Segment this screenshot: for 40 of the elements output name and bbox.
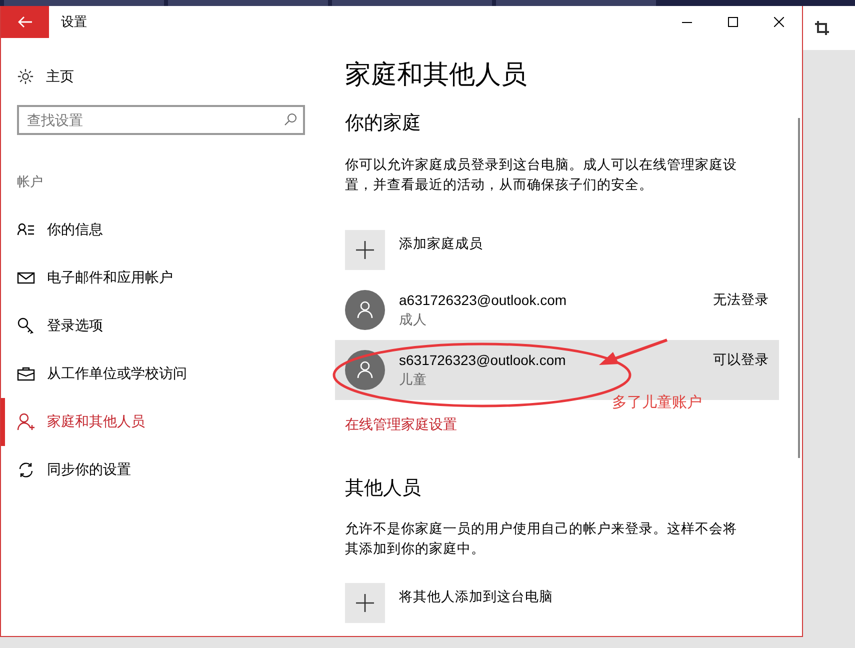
back-button[interactable] — [1, 6, 49, 38]
others-description: 允许不是你家庭一员的用户使用自己的帐户来登录。这样不会将其添加到你的家庭中。 — [345, 520, 738, 558]
add-other-person-link[interactable]: 将其他人添加到这台电脑 — [399, 583, 553, 608]
sync-icon — [17, 460, 35, 478]
nav-item[interactable]: 登录选项 — [1, 302, 321, 350]
search-field[interactable]: 查找设置 — [17, 105, 305, 135]
account-status: 可以登录 — [713, 350, 769, 368]
account-role: 成人 — [399, 310, 427, 328]
account-role: 儿童 — [399, 370, 427, 388]
crop-icon[interactable] — [815, 21, 829, 35]
add-family-member-link[interactable]: 添加家庭成员 — [399, 230, 483, 254]
nav-item[interactable]: 你的信息 — [1, 206, 321, 254]
nav-item[interactable]: 电子邮件和应用帐户 — [1, 254, 321, 302]
person-add-icon — [17, 412, 35, 430]
key-icon — [17, 316, 35, 334]
nav-item[interactable]: 同步你的设置 — [1, 446, 321, 494]
nav-item[interactable]: 家庭和其他人员 — [1, 398, 321, 446]
close-icon — [774, 17, 784, 27]
account-email: a631726323@outlook.com — [399, 290, 567, 310]
home-link[interactable]: 主页 — [46, 66, 74, 87]
briefcase-icon — [17, 364, 35, 382]
plus-icon — [356, 594, 374, 612]
section-heading: 你的家庭 — [345, 112, 422, 136]
section-heading: 其他人员 — [345, 476, 422, 500]
maximize-icon — [728, 17, 738, 27]
account-email: s631726323@outlook.com — [399, 350, 566, 370]
settings-icon — [17, 68, 34, 85]
account-status: 无法登录 — [713, 290, 769, 308]
family-description: 你可以允许家庭成员登录到这台电脑。成人可以在线管理家庭设置，并查看最近的活动，从而确保孩子们的安全。 — [345, 156, 738, 194]
plus-icon — [356, 240, 374, 258]
person-icon — [357, 300, 373, 318]
nav-item[interactable]: 从工作单位或学校访问 — [1, 350, 321, 398]
section-label: 帐户 — [16, 173, 44, 191]
back-arrow-icon — [18, 16, 32, 28]
person-icon — [357, 360, 373, 378]
page-title: 家庭和其他人员 — [345, 58, 528, 91]
manage-family-link[interactable]: 在线管理家庭设置 — [345, 414, 457, 434]
annotation-arrow — [599, 338, 669, 368]
search-icon — [284, 113, 297, 126]
window-title: 设置 — [61, 13, 87, 32]
